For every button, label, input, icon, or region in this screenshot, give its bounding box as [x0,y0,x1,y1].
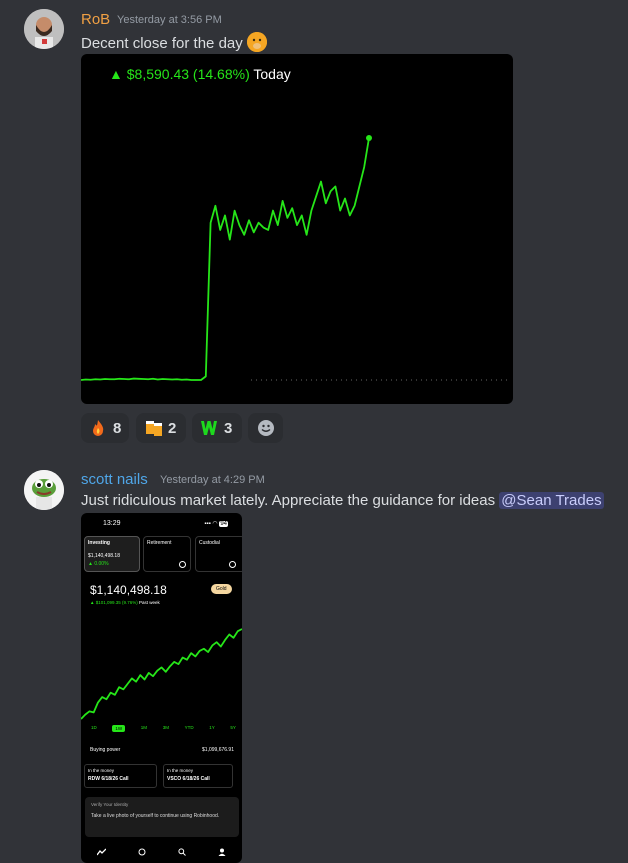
avatar[interactable] [24,470,64,510]
tab-investing[interactable]: Investing $1,140,498.18 ▲ 0.00% [84,536,140,572]
add-reaction-icon [257,419,275,437]
gold-badge[interactable]: Gold [211,584,232,594]
range-1w[interactable]: 1W [112,725,126,732]
username[interactable]: RoB [81,11,110,28]
phone-bottom-nav [81,841,242,863]
week-gain-amount: ▲ $101,099.35 (9.76%) [90,600,138,605]
reaction-w[interactable]: 3 [192,413,242,443]
chart-nav-icon[interactable] [96,843,107,861]
reaction-beer[interactable]: 2 [136,413,186,443]
plus-circle-icon [229,561,236,568]
week-gain: ▲ $101,099.35 (9.76%) Past week [90,600,160,605]
tab-sub: ▲ 0.00% [88,561,109,567]
portfolio-line-chart [81,135,511,381]
search-nav-icon[interactable] [178,843,186,861]
tab-label: Retirement [147,540,172,546]
beer-mugs-emoji-icon [144,419,162,437]
tab-label: Custodial [199,540,220,546]
refresh-nav-icon[interactable] [138,843,146,861]
message-text: Just ridiculous market lately. Appreciat… [81,492,604,509]
image-attachment[interactable]: ▲ $8,590.43 (14.68%) Today [81,54,513,404]
position-card[interactable]: In the money VSCO 6/18/26 Call [163,764,233,788]
phone-clock: 13:29 [103,520,121,527]
range-selector: 1D 1W 1M 3M YTD 1Y 5Y [91,725,236,732]
portfolio-series-line [81,137,370,381]
reaction-count: 2 [168,419,177,437]
message-rob: RoB Yesterday at 3:56 PM Decent close fo… [0,0,628,450]
range-5y[interactable]: 5Y [230,725,236,732]
verify-text: Take a live photo of yourself to continu… [91,813,220,819]
range-1y[interactable]: 1Y [209,725,215,732]
range-3m[interactable]: 3M [163,725,169,732]
avatar[interactable] [24,9,64,49]
range-1m[interactable]: 1M [141,725,147,732]
phone-status-icons: ▪▪▪ ◠ 94 [204,521,228,527]
face-with-hand-over-mouth-emoji [246,32,267,52]
reaction-count: 8 [113,419,122,437]
tab-retirement[interactable]: Retirement [143,536,191,572]
phone-series-line [81,628,242,720]
tab-value: $1,140,498.18 [88,553,120,559]
verify-identity-card[interactable]: Verify Your Identity Take a live photo o… [85,797,239,837]
buying-power-row[interactable]: Buying power $1,099,676.91 [90,747,234,753]
reaction-fire[interactable]: 8 [81,413,129,443]
verify-title: Verify Your Identity [91,802,129,807]
profile-nav-icon[interactable] [218,843,226,861]
tab-custodial[interactable]: Custodial [195,536,242,572]
buying-power-label: Buying power [90,747,121,753]
message-text-content: Just ridiculous market lately. Appreciat… [81,492,496,509]
reaction-count: 3 [224,419,233,437]
timestamp: Yesterday at 4:29 PM [160,474,265,486]
week-gain-period: Past week [139,600,160,605]
phone-line-chart [81,628,242,720]
add-reaction-button[interactable] [248,413,283,443]
message-text: Decent close for the day [81,32,267,52]
image-attachment-phone-screenshot[interactable]: 13:29 ▪▪▪ ◠ 94 Investing $1,140,498.18 ▲… [81,513,242,863]
buying-power-value: $1,099,676.91 [202,747,234,753]
position-name: VSCO 6/18/26 Call [167,776,210,782]
tab-label: Investing [88,540,110,546]
timestamp: Yesterday at 3:56 PM [117,14,222,26]
position-name: RDW 6/18/26 Call [88,776,129,782]
last-point-marker [366,135,372,141]
account-balance: $1,140,498.18 [90,583,167,597]
range-ytd[interactable]: YTD [185,725,194,732]
user-mention[interactable]: @Sean Trades [499,492,604,509]
plus-circle-icon [179,561,186,568]
username[interactable]: scott nails [81,471,148,488]
range-1d[interactable]: 1D [91,725,97,732]
battery-level: 94 [219,521,228,527]
position-tag: In the money [167,768,194,773]
message-text-content: Decent close for the day [81,35,243,52]
position-tag: In the money [88,768,115,773]
green-w-emoji-icon [200,419,218,437]
fire-emoji-icon [89,419,107,437]
position-card[interactable]: In the money RDW 6/18/26 Call [84,764,157,788]
